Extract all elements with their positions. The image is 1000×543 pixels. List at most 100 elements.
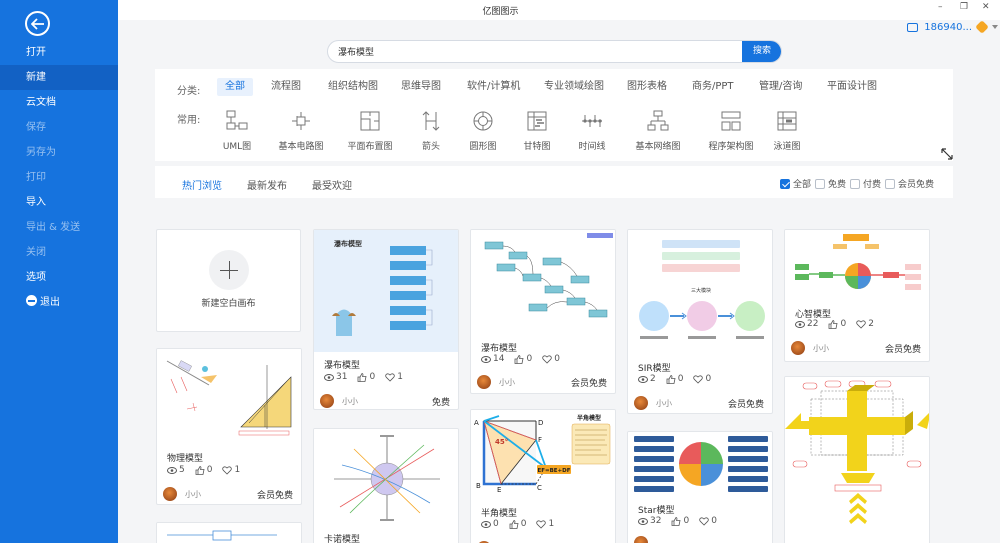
eye-icon (324, 373, 334, 381)
timeline-icon (582, 115, 602, 127)
common-uml[interactable]: UML图 (202, 109, 272, 152)
swimlane-icon (777, 111, 797, 131)
fav-count-value: 0 (705, 374, 712, 384)
chevron-down-icon[interactable] (992, 25, 998, 29)
checkbox-icon (885, 178, 895, 189)
like-count[interactable]: 0 (514, 354, 532, 364)
sidebar-item-save-as[interactable]: 另存为 (0, 140, 118, 165)
card-title: 瀑布模型 (324, 361, 361, 371)
like-count-value: 0 (683, 516, 690, 526)
sidebar-item-import[interactable]: 导入 (0, 190, 118, 215)
filter-paid[interactable]: 付费 (850, 177, 881, 190)
view-count: 31 (324, 372, 347, 382)
search-bar: 搜索 (327, 40, 782, 63)
template-card-physics[interactable]: 物理模型 5 0 1 小小 会员免费 (156, 348, 302, 505)
template-card-cross[interactable] (784, 376, 930, 543)
fav-count[interactable]: 0 (542, 354, 560, 364)
sidebar-item-exit[interactable]: 退出 (0, 290, 118, 315)
common-label-text: 圆形图 (469, 142, 497, 152)
category-all[interactable]: 全部 (217, 78, 253, 96)
sidebar-item-cloud[interactable]: 云文档 (0, 90, 118, 115)
sidebar-item-options[interactable]: 选项 (0, 265, 118, 290)
user-name[interactable]: 186940... (924, 22, 972, 33)
category-professional[interactable]: 专业领域绘图 (536, 78, 612, 96)
sidebar-item-open[interactable]: 打开 (0, 40, 118, 65)
like-count[interactable]: 0 (195, 465, 212, 475)
expand-icon[interactable] (941, 148, 953, 160)
fav-count[interactable]: 2 (856, 319, 874, 329)
category-flowchart[interactable]: 流程图 (263, 78, 309, 96)
common-swimlane[interactable]: 泳道图 (752, 109, 822, 152)
thumbs-up-icon (672, 516, 681, 526)
common-floor-plan[interactable]: 平面布置图 (335, 109, 405, 152)
tab-popular[interactable]: 最受欢迎 (312, 177, 352, 192)
common-circuit[interactable]: 基本电路图 (266, 109, 336, 152)
thumb-title: 半角模型 (577, 414, 601, 422)
like-count[interactable]: 0 (509, 519, 526, 529)
template-card-mental[interactable]: 心智模型 22 0 2 小小 会员免费 (784, 229, 930, 362)
fav-count[interactable]: 1 (385, 372, 403, 382)
point-f-label: F (538, 436, 542, 444)
message-icon[interactable] (907, 22, 919, 32)
plus-icon (209, 250, 249, 290)
filter-free[interactable]: 免费 (815, 177, 846, 190)
fav-count[interactable]: 1 (222, 465, 240, 475)
template-card-sir[interactable]: 三大模块 SIR模型 2 0 0 小小 会员免费 (627, 229, 773, 414)
arrow-icon (422, 111, 440, 131)
thumbs-up-icon (515, 354, 524, 364)
new-blank-canvas-card[interactable]: 新建空白画布 (156, 229, 301, 332)
sidebar-item-export[interactable]: 导出 & 发送 (0, 215, 118, 240)
category-graphic-table[interactable]: 图形表格 (619, 78, 675, 96)
checkbox-icon (815, 178, 825, 189)
sidebar-item-new[interactable]: 新建 (0, 65, 118, 90)
heart-icon (222, 465, 233, 475)
like-count-value: 0 (526, 354, 533, 364)
fav-count[interactable]: 0 (699, 516, 717, 526)
avatar (634, 396, 648, 410)
tab-hot[interactable]: 热门浏览 (182, 177, 222, 192)
filter-all[interactable]: 全部 (780, 177, 811, 190)
common-network[interactable]: 基本网络图 (623, 109, 693, 152)
category-graphic-design[interactable]: 平面设计图 (819, 78, 885, 96)
template-card-waterfall-1[interactable]: 瀑布模型 瀑布模型 31 0 1 小小 免费 (313, 229, 459, 410)
like-count[interactable]: 0 (828, 319, 846, 329)
category-org-chart[interactable]: 组织结构图 (320, 78, 386, 96)
fav-count[interactable]: 1 (536, 519, 554, 529)
common-timeline[interactable]: 时间线 (557, 109, 627, 152)
search-input[interactable] (328, 41, 743, 62)
mental-model-thumbnail (785, 230, 929, 302)
checkbox-icon (850, 178, 860, 189)
search-button[interactable]: 搜索 (742, 41, 781, 62)
heart-icon (693, 374, 704, 384)
card-price: 免费 (431, 398, 450, 408)
sidebar-item-print[interactable]: 打印 (0, 165, 118, 190)
like-count[interactable]: 0 (666, 374, 683, 384)
category-mind-map[interactable]: 思维导图 (393, 78, 449, 96)
category-software[interactable]: 软件/计算机 (459, 78, 528, 96)
like-count[interactable]: 0 (671, 516, 689, 526)
point-e-label: E (497, 486, 501, 494)
sidebar-item-label: 打印 (26, 172, 46, 183)
template-card-star[interactable]: Star模型 32 0 0 (627, 431, 773, 543)
card-price: 会员免费 (570, 379, 607, 389)
fav-count[interactable]: 0 (693, 374, 711, 384)
template-card-half-angle[interactable]: A B C D E F 45° 半角模型 EF=BE+DF 半角模型 0 0 1 (470, 409, 616, 543)
eye-icon (638, 375, 648, 383)
category-management[interactable]: 管理/咨询 (751, 78, 810, 96)
template-card-partial[interactable] (156, 522, 302, 543)
minimize-button[interactable]: – (938, 2, 943, 12)
thumb-title: 瀑布模型 (334, 239, 362, 248)
template-card-kano[interactable]: 卡诺模型 (313, 428, 459, 543)
tab-latest[interactable]: 最新发布 (247, 177, 287, 192)
category-business-ppt[interactable]: 商务/PPT (684, 78, 742, 96)
restore-button[interactable]: ❐ (960, 2, 968, 12)
filter-member-free[interactable]: 会员免费 (885, 177, 934, 190)
sidebar-item-save[interactable]: 保存 (0, 115, 118, 140)
sidebar-item-close[interactable]: 关闭 (0, 240, 118, 265)
close-button[interactable]: ✕ (982, 2, 990, 12)
template-card-waterfall-2[interactable]: 瀑布模型 14 0 0 小小 会员免费 (470, 229, 616, 394)
back-button[interactable] (25, 11, 50, 36)
like-count[interactable]: 0 (357, 372, 375, 382)
star-model-thumbnail (628, 432, 772, 498)
sidebar-item-label: 导入 (26, 197, 46, 208)
